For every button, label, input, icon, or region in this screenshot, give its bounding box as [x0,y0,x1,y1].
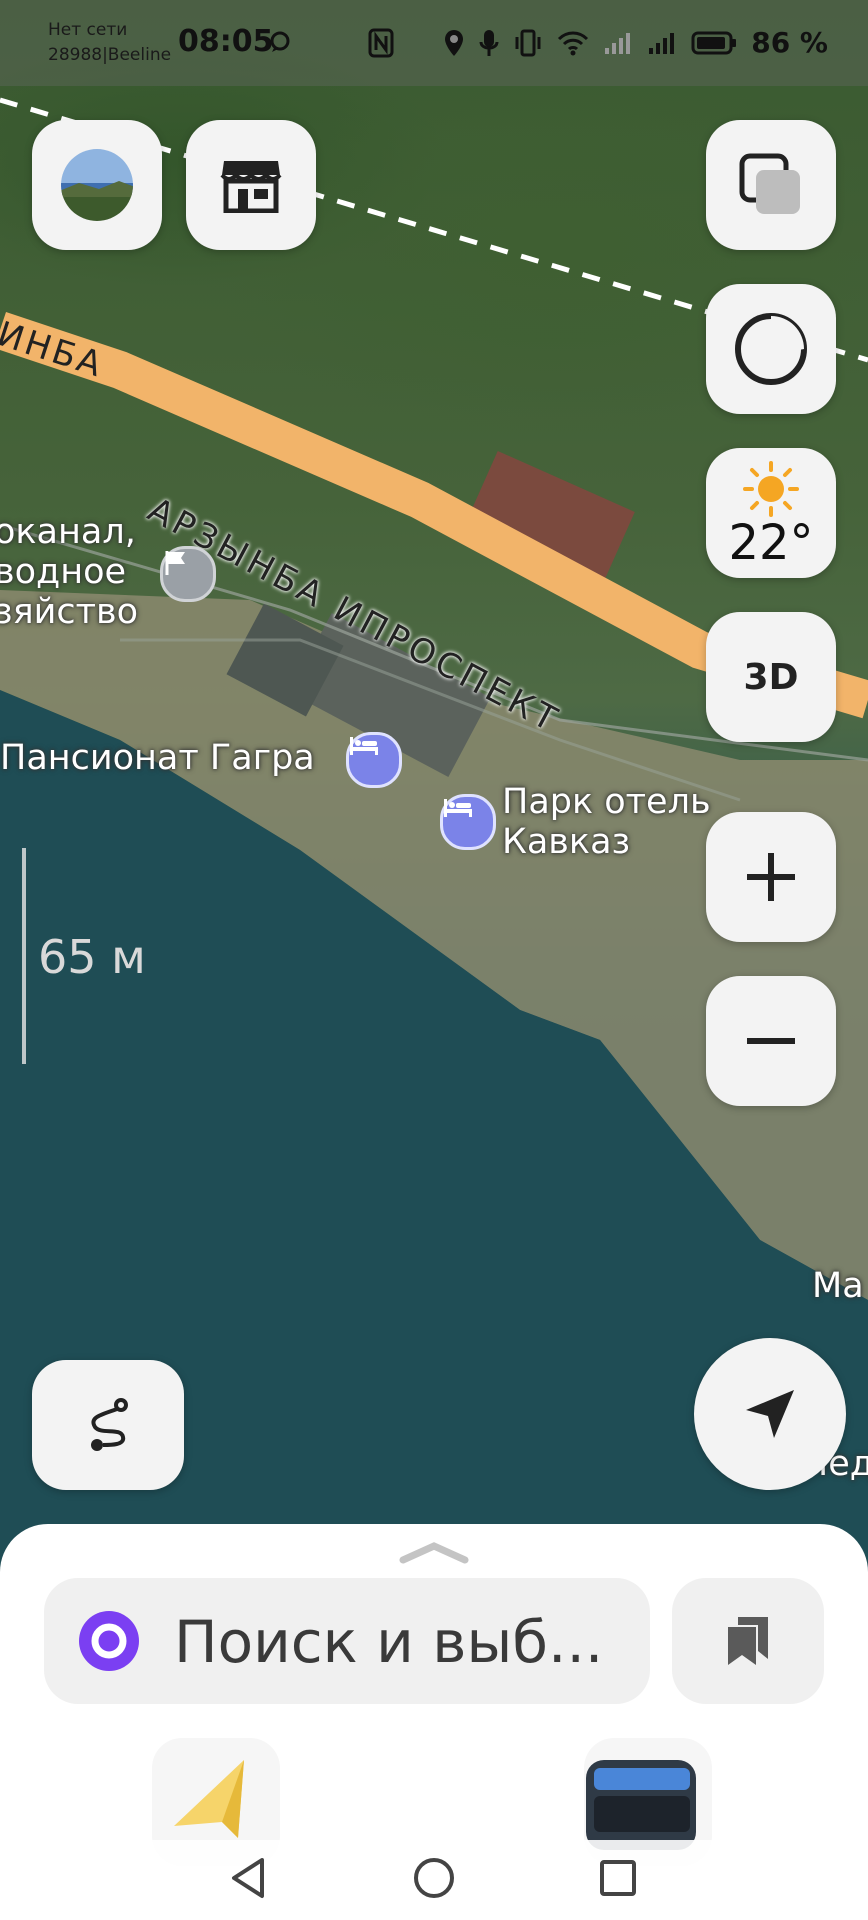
my-location-button[interactable] [694,1338,846,1490]
search-field[interactable]: Поиск и выб... [44,1578,650,1704]
panorama-thumbnail-icon [61,149,133,221]
weather-widget[interactable]: 22° [706,448,836,578]
wifi-icon [558,31,589,55]
layers-icon [739,153,800,214]
scale-bar [22,848,26,1064]
scale-label: 65 м [38,930,146,984]
battery-icon [691,31,737,54]
poi-label-vodokanal: оканал, водное зяйство [0,512,139,632]
zoom-in-button[interactable] [706,812,836,942]
nfc-icon [368,28,394,62]
3d-label: 3D [743,656,799,698]
3d-button[interactable]: 3D [706,612,836,742]
vibrate-icon [515,29,541,56]
clock: 08:05 [178,24,274,59]
route-icon [91,1398,128,1451]
back-icon[interactable] [228,1856,268,1900]
signal-icon [649,32,675,54]
weather-temperature: 22° [728,515,814,571]
poi-label-pension: Пансионат Гагра [0,738,315,778]
zoom-out-button[interactable] [706,976,836,1106]
navigation-arrow-icon [746,1390,794,1438]
hotel-icon-pension[interactable] [346,732,402,788]
search-placeholder: Поиск и выб... [174,1608,604,1676]
sun-icon [743,461,799,517]
alice-compass-button[interactable] [706,284,836,414]
status-bar: Нет сети 28988|Beeline 08:05 86 % [0,0,868,86]
location-icon [445,29,464,56]
alice-icon[interactable] [76,1608,142,1674]
bookmarks-icon [728,1617,768,1665]
system-navigation-bar [0,1840,868,1920]
recents-icon[interactable] [598,1858,638,1898]
plus-icon [747,853,795,901]
minus-icon [747,1038,795,1044]
panorama-button[interactable] [32,120,162,250]
poi-flag-icon[interactable] [160,546,216,602]
poi-label-park-hotel: Парк отель Кавказ [502,782,711,862]
circle-icon [735,313,807,385]
signal-empty-icon [605,32,631,54]
route-button[interactable] [32,1360,184,1490]
mic-icon [479,29,499,56]
hotel-icon-park[interactable] [440,794,496,850]
battery-percent: 86 % [751,26,828,59]
places-button[interactable] [186,120,316,250]
message-icon [268,30,292,58]
shop-icon [220,161,282,213]
sheet-handle-chevron-icon[interactable] [399,1540,469,1564]
status-icons: 86 % [443,26,828,59]
layers-button[interactable] [706,120,836,250]
carrier-info: Нет сети 28988|Beeline [48,20,172,65]
bookmarks-button[interactable] [672,1578,824,1704]
home-icon[interactable] [412,1856,456,1900]
edge-label-ma: Ма [812,1266,864,1306]
